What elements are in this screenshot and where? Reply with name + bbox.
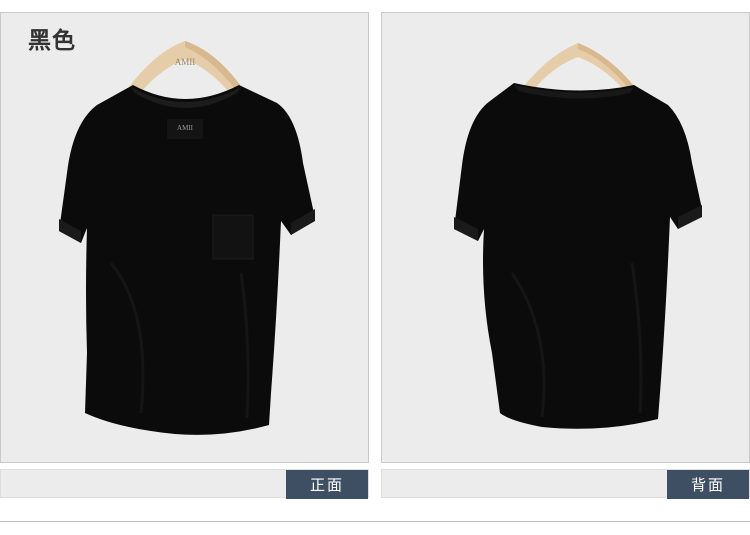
- color-title: 黑色: [28, 28, 76, 54]
- shirt-back-body: [454, 83, 702, 429]
- back-shirt-photo: [454, 43, 702, 429]
- hanger-brand-text: AMII: [175, 57, 196, 67]
- neck-label-text: AMII: [177, 124, 194, 132]
- front-caption-label: 正面: [286, 470, 368, 499]
- back-caption-bar: 背面: [381, 469, 750, 499]
- front-shirt-photo: AMII AMII: [59, 41, 315, 435]
- front-view-panel: AMII AMII 黑色: [0, 12, 369, 463]
- front-caption-bar: 正面: [0, 469, 369, 499]
- back-caption-label: 背面: [667, 470, 749, 499]
- back-view-panel: [381, 12, 750, 463]
- bottom-divider: [0, 521, 750, 522]
